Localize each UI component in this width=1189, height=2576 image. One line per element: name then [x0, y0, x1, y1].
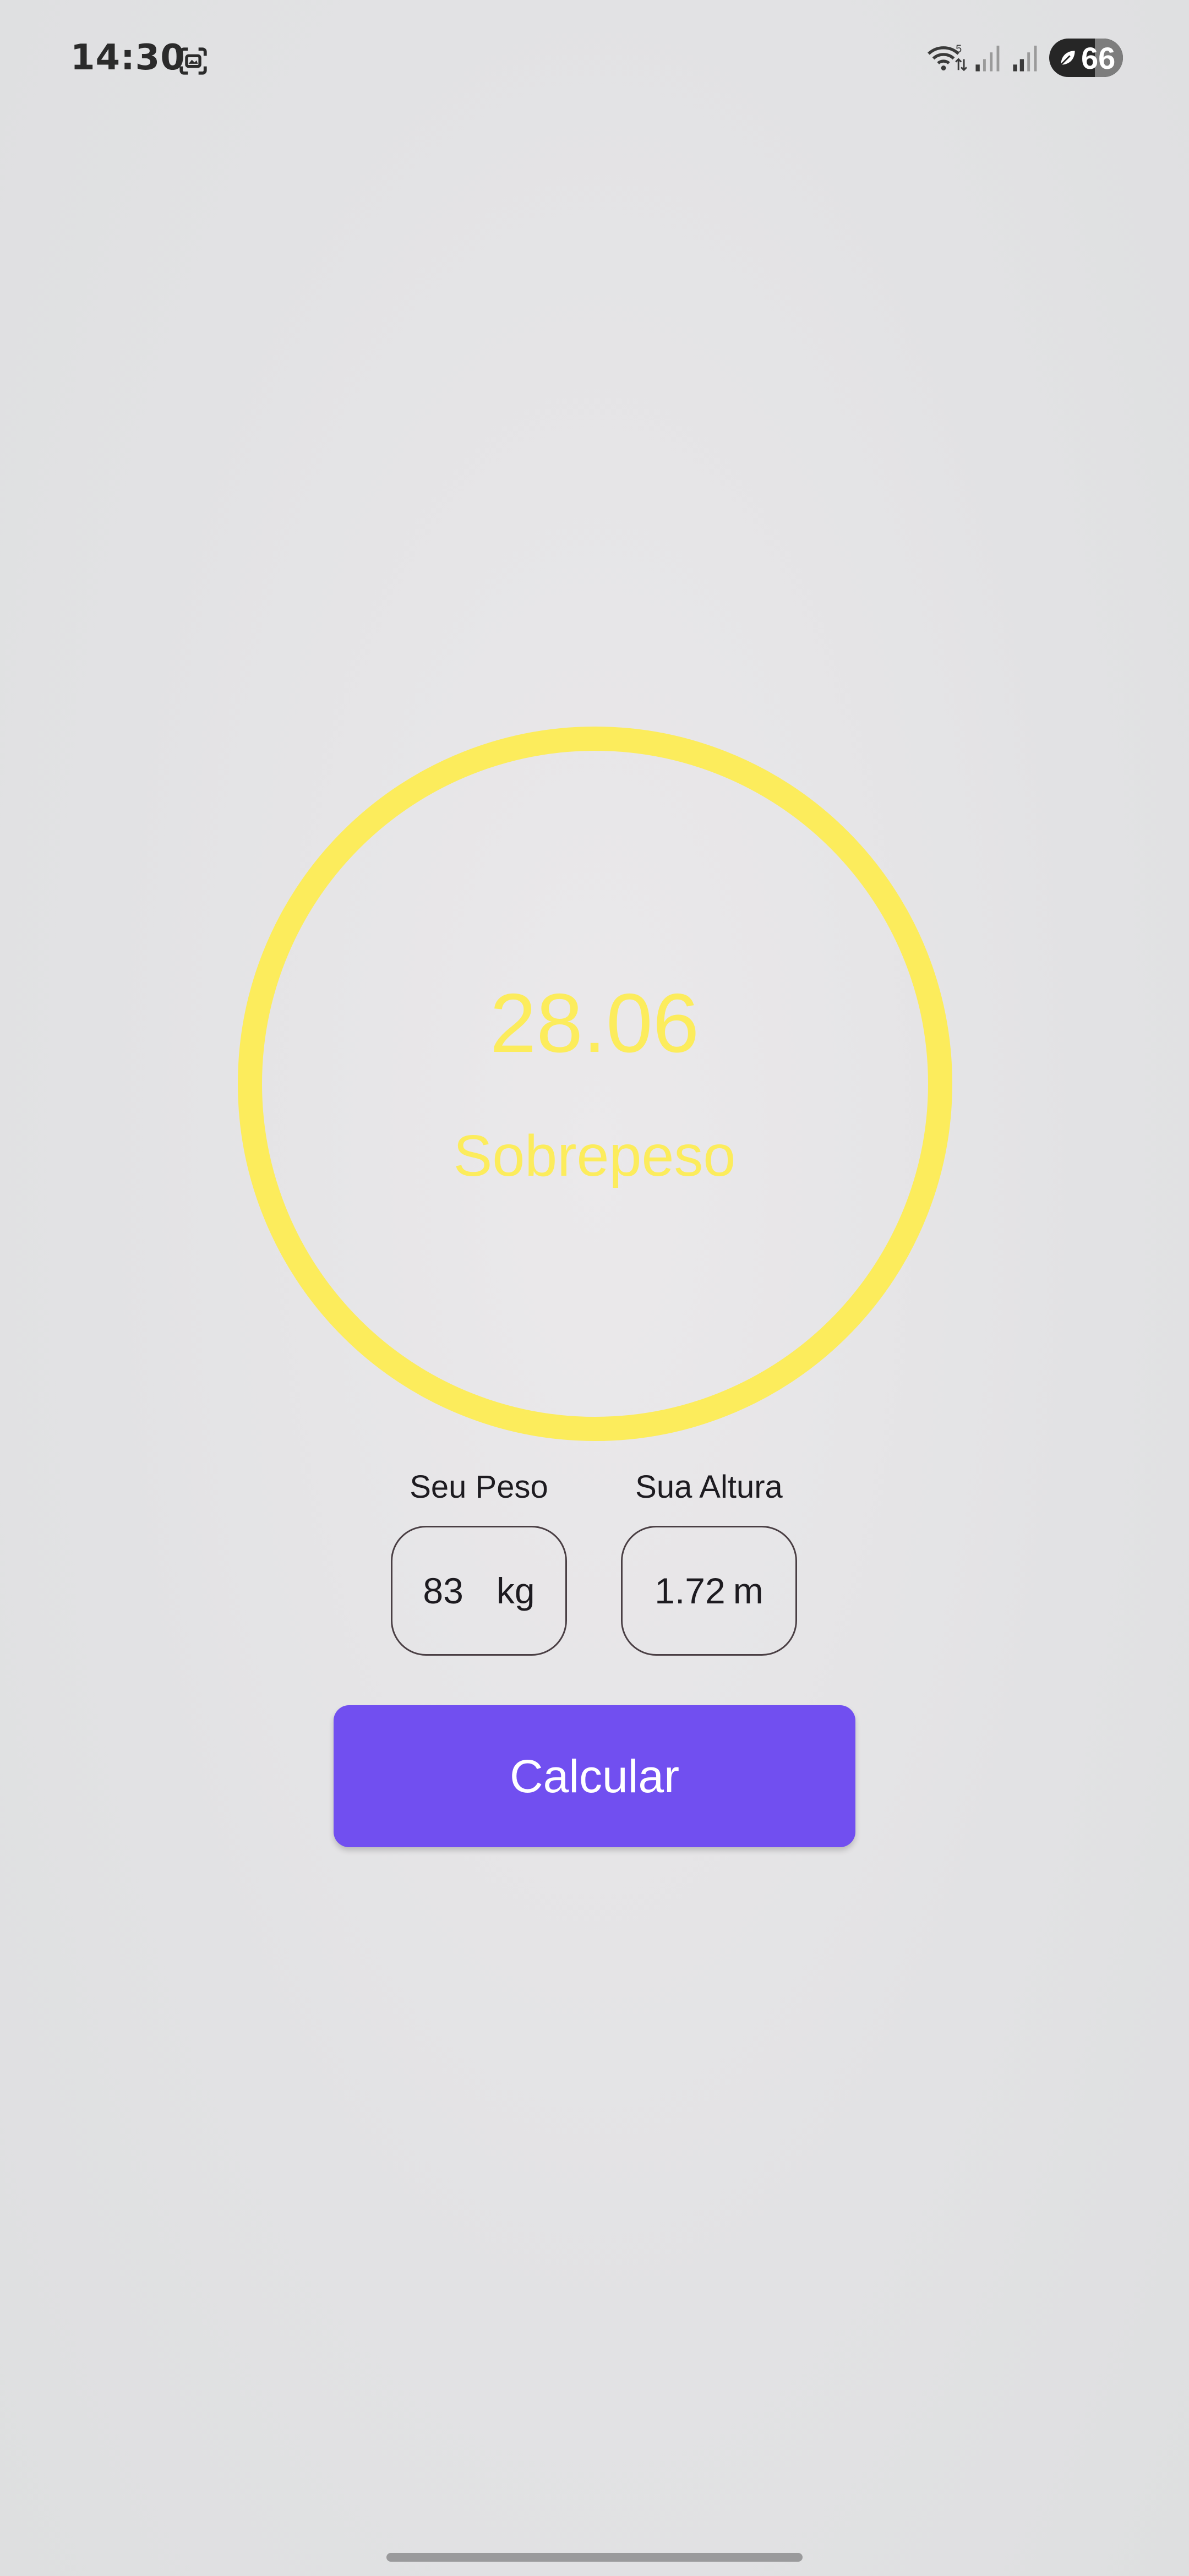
weight-label: Seu Peso: [410, 1469, 548, 1505]
svg-text:5: 5: [956, 43, 962, 55]
height-input[interactable]: 1.72 m: [621, 1526, 797, 1656]
bmi-category: Sobrepeso: [453, 1123, 736, 1188]
battery-indicator: 66: [1049, 39, 1123, 77]
calculate-button[interactable]: Calcular: [334, 1705, 855, 1847]
bmi-value: 28.06: [489, 976, 700, 1070]
screen-record-icon: [179, 47, 207, 75]
weight-value: 83: [423, 1570, 463, 1611]
weight-input[interactable]: 83 kg: [391, 1526, 567, 1656]
weight-unit: kg: [496, 1570, 535, 1611]
battery-level: 66: [1081, 40, 1116, 75]
bmi-result-ring: [238, 727, 952, 1441]
height-value: 1.72: [655, 1570, 726, 1611]
wifi-icon: 5: [928, 43, 967, 72]
signal-icon: [1013, 45, 1037, 72]
height-label: Sua Altura: [635, 1469, 783, 1505]
height-unit: m: [733, 1570, 763, 1611]
leaf-icon: [1060, 51, 1075, 66]
status-time: 14:30: [70, 37, 186, 78]
home-indicator[interactable]: [386, 2553, 803, 2562]
signal-icon: [975, 45, 1000, 72]
